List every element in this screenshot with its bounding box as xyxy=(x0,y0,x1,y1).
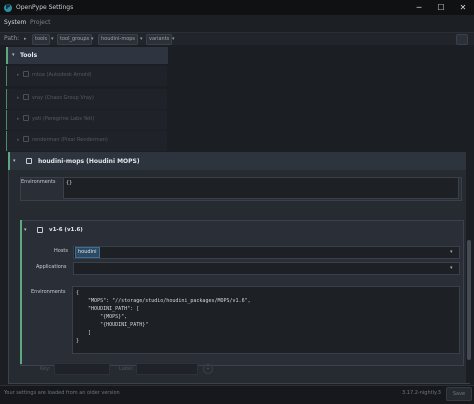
hosts-multiselect[interactable] xyxy=(73,246,460,259)
close-button[interactable]: ✕ xyxy=(452,0,474,15)
variant-label: v1-6 (v1.6) xyxy=(49,227,83,233)
breadcrumb: Path: ▸ tools ▾ tool_groups ▾ houdini-mo… xyxy=(0,33,474,45)
hosts-tag[interactable]: houdini xyxy=(75,247,100,258)
chevron-right-icon[interactable]: ▸ xyxy=(17,72,20,78)
json-line: "{HOUDINI_PATH}" xyxy=(76,322,149,328)
status-message: Your settings are loaded from an older v… xyxy=(4,390,120,396)
openpype-logo-icon: P xyxy=(4,3,12,12)
key-label: Key: xyxy=(40,366,51,372)
chevron-down-icon[interactable]: ▾ xyxy=(91,34,94,44)
path-go-button[interactable] xyxy=(456,34,468,45)
tool-item-label: vray (Chaos Group Vray) xyxy=(32,95,94,101)
maximize-button[interactable]: ☐ xyxy=(430,0,452,15)
json-line: "HOUDINI_PATH": [ xyxy=(76,306,140,312)
chevron-down-icon[interactable]: ▾ xyxy=(450,265,453,271)
chevron-right-icon[interactable]: ▸ xyxy=(17,116,20,122)
json-line: } xyxy=(76,338,80,344)
chevron-down-icon[interactable]: ▾ xyxy=(12,52,15,58)
tool-item-renderman[interactable]: ▸ renderman (Pixar Renderman) xyxy=(6,131,167,151)
json-line: "MOPS": "//storage/studio/houdini_packag… xyxy=(76,298,251,304)
tool-item-mtoa[interactable]: ▸ mtoa (Autodesk Arnold) xyxy=(6,66,167,86)
tab-project[interactable]: Project xyxy=(30,19,51,26)
edit-icon xyxy=(23,136,29,142)
minimize-button[interactable]: ─ xyxy=(408,0,430,15)
category-tab-bar: System Project xyxy=(0,15,474,33)
edit-icon xyxy=(23,115,29,121)
tool-item-yeti[interactable]: ▸ yeti (Peregrine Labs Yeti) xyxy=(6,110,167,130)
version-label: 3.17.2-nightly.3 xyxy=(402,390,441,396)
json-line: ] xyxy=(76,330,92,336)
path-label: Path: xyxy=(4,35,20,42)
environments-label: Environments xyxy=(21,179,56,185)
tab-system[interactable]: System xyxy=(4,19,26,26)
chevron-right-icon[interactable]: ▸ xyxy=(17,137,20,143)
chevron-right-icon[interactable]: ▸ xyxy=(17,95,20,101)
chevron-right-icon: ▸ xyxy=(24,36,27,42)
title-bar: P OpenPype Settings xyxy=(0,0,474,15)
tool-item-label: yeti (Peregrine Labs Yeti) xyxy=(32,116,95,122)
chevron-down-icon[interactable]: ▾ xyxy=(13,158,16,164)
window-title: OpenPype Settings xyxy=(16,4,74,11)
section-accent xyxy=(20,220,22,364)
scrollbar-thumb[interactable] xyxy=(467,240,471,360)
chevron-down-icon[interactable]: ▾ xyxy=(24,227,27,233)
add-item-button[interactable]: + xyxy=(203,364,213,374)
chevron-down-icon[interactable]: ▾ xyxy=(51,34,54,44)
save-button[interactable]: Save xyxy=(446,387,472,401)
edit-icon xyxy=(23,71,29,77)
tools-label: Tools xyxy=(20,52,38,59)
breadcrumb-item-houdini-mops[interactable]: houdini-mops xyxy=(98,34,139,45)
chevron-down-icon[interactable]: ▾ xyxy=(450,249,453,255)
environments-json-value[interactable]: {} xyxy=(66,180,72,186)
applications-label: Applications xyxy=(36,264,67,270)
variant-environments-label: Environments xyxy=(31,289,66,295)
key-input[interactable] xyxy=(54,363,110,375)
chevron-down-icon[interactable]: ▾ xyxy=(172,34,175,44)
chevron-down-icon[interactable]: ▾ xyxy=(140,34,143,44)
breadcrumb-item-tools[interactable]: tools xyxy=(32,34,51,45)
tools-section-header[interactable]: ▾ Tools xyxy=(6,47,168,64)
json-line: "{MOPS}", xyxy=(76,314,128,320)
edit-icon[interactable] xyxy=(26,158,32,164)
tool-item-label: renderman (Pixar Renderman) xyxy=(32,137,108,143)
breadcrumb-item-variants[interactable]: variants xyxy=(146,34,173,45)
environments-json-editor[interactable] xyxy=(63,177,459,199)
tool-item-vray[interactable]: ▸ vray (Chaos Group Vray) xyxy=(6,89,167,109)
variant-environments-json-editor[interactable] xyxy=(72,286,460,354)
breadcrumb-item-tool-groups[interactable]: tool_groups xyxy=(57,34,93,45)
tool-item-label: mtoa (Autodesk Arnold) xyxy=(32,72,92,78)
hosts-label: Hosts xyxy=(54,248,68,254)
label-input[interactable] xyxy=(136,363,198,375)
json-line: { xyxy=(76,290,80,296)
applications-multiselect[interactable] xyxy=(73,262,460,275)
label-label: Label: xyxy=(119,366,135,372)
houdini-mops-label: houdini-mops (Houdini MOPS) xyxy=(38,158,140,165)
edit-icon xyxy=(23,94,29,100)
edit-icon[interactable] xyxy=(37,227,43,233)
